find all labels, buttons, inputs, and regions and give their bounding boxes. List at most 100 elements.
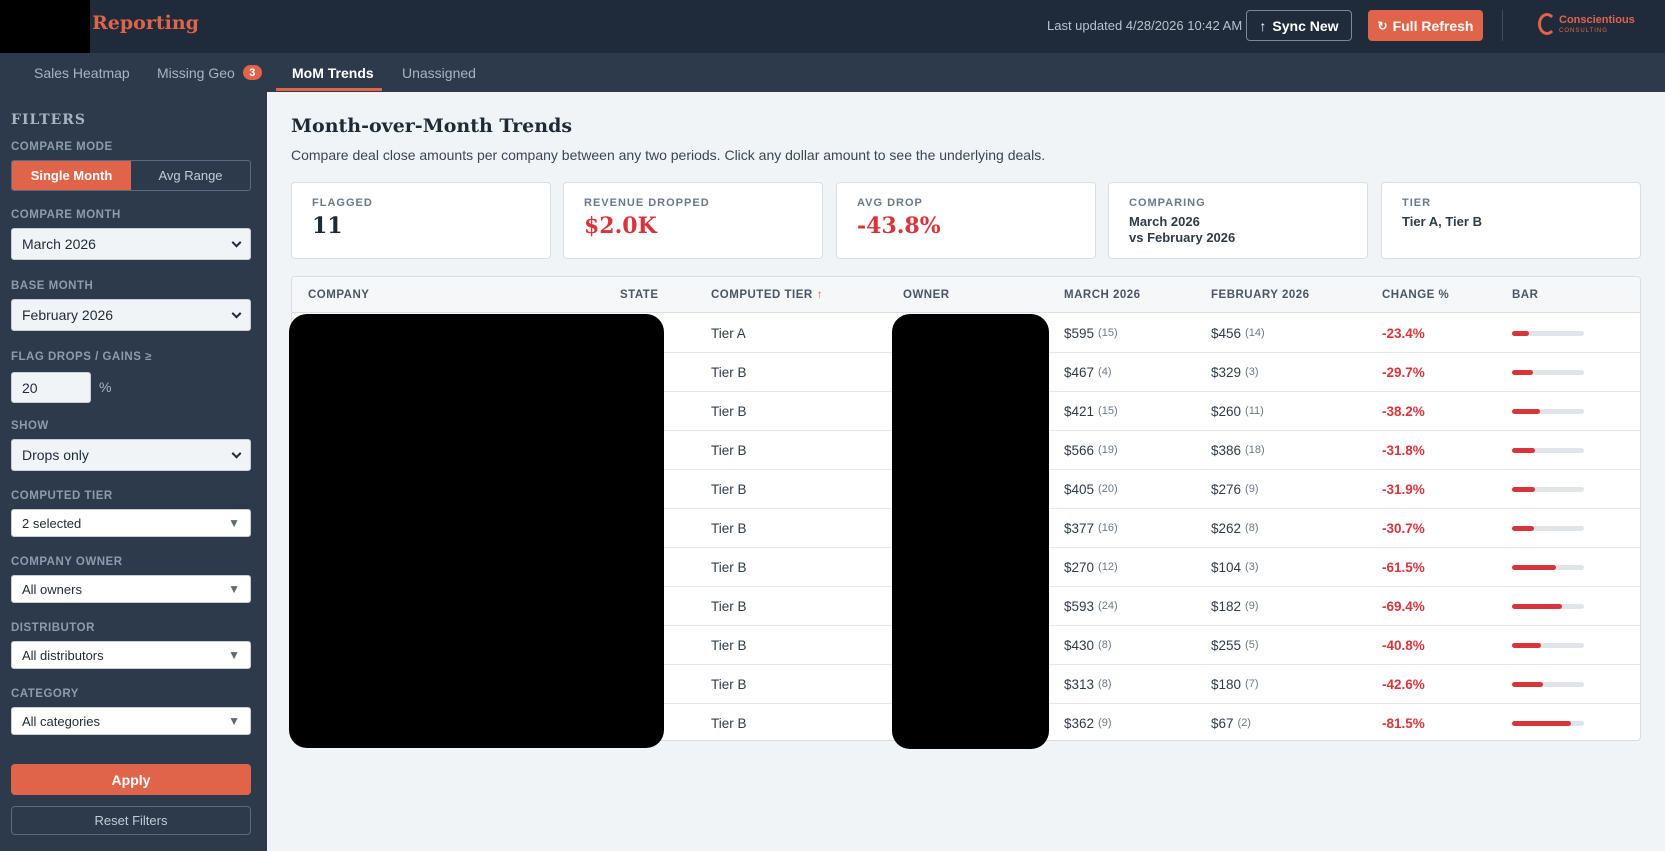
march-amount-link[interactable]: $467 [1064,365,1094,380]
february-amount-cell: $67 (2) [1211,704,1251,740]
march-amount-link[interactable]: $595 [1064,326,1094,341]
col-change-pct[interactable]: CHANGE % [1382,277,1449,313]
change-bar-fill [1512,526,1534,531]
february-deal-count: (9) [1245,600,1259,612]
col-company[interactable]: COMPANY [308,277,369,313]
tier-cell: Tier B [711,520,747,536]
header-divider [1502,10,1503,41]
march-amount-link[interactable]: $377 [1064,521,1094,536]
company-owner-multiselect[interactable]: All owners ▼ [11,575,251,603]
redacted-logo [0,0,90,53]
change-bar [1512,565,1584,570]
march-deal-count: (9) [1098,717,1112,729]
percent-unit: % [99,379,112,395]
company-logo: Conscientious CONSULTING [1538,13,1635,35]
apply-button[interactable]: Apply [11,764,251,795]
february-amount-cell: $329 (3) [1211,353,1259,391]
march-deal-count: (20) [1098,483,1118,495]
february-deal-count: (9) [1245,483,1259,495]
change-pct-cell: -69.4% [1382,598,1425,614]
filters-sidebar: FILTERS COMPARE MODE Single Month Avg Ra… [0,92,267,851]
change-bar [1512,370,1584,375]
comparing-value: March 2026 vs February 2026 [1129,214,1236,245]
february-amount-link[interactable]: $180 [1211,677,1241,692]
distributor-multiselect[interactable]: All distributors ▼ [11,641,251,669]
march-amount-cell: $421 (15) [1064,392,1118,430]
february-amount-link[interactable]: $182 [1211,599,1241,614]
march-amount-link[interactable]: $270 [1064,560,1094,575]
flag-threshold-input[interactable]: 20 [11,372,91,403]
march-amount-cell: $405 (20) [1064,470,1118,508]
tier-cell: Tier B [711,364,747,380]
last-updated-text: Last updated 4/28/2026 10:42 AM [1047,18,1243,33]
col-owner[interactable]: OWNER [903,277,950,313]
dropdown-triangle-icon: ▼ [228,582,240,596]
february-deal-count: (2) [1237,717,1251,729]
february-amount-link[interactable]: $104 [1211,560,1241,575]
march-deal-count: (19) [1098,444,1118,456]
col-february-2026[interactable]: FEBRUARY 2026 [1211,277,1310,313]
chevron-down-icon [231,308,242,319]
tab-mom-trends[interactable]: MoM Trends [292,53,374,92]
change-pct-cell: -31.8% [1382,442,1425,458]
march-amount-link[interactable]: $593 [1064,599,1094,614]
february-amount-link[interactable]: $386 [1211,443,1241,458]
tier-card: TIER Tier A, Tier B [1381,182,1641,259]
col-march-2026[interactable]: MARCH 2026 [1064,277,1141,313]
change-pct-cell: -81.5% [1382,715,1425,731]
page-title: Month-over-Month Trends [291,115,573,137]
change-bar-fill [1512,448,1535,453]
february-amount-link[interactable]: $255 [1211,638,1241,653]
tab-missing-geo[interactable]: Missing Geo 3 [157,53,262,92]
march-amount-link[interactable]: $405 [1064,482,1094,497]
march-amount-link[interactable]: $421 [1064,404,1094,419]
february-deal-count: (3) [1245,366,1259,378]
sync-new-button[interactable]: ↑ Sync New [1246,10,1352,41]
tier-cell: Tier B [711,637,747,653]
show-select[interactable]: Drops only [11,439,251,471]
base-month-select[interactable]: February 2026 [11,299,251,331]
march-amount-link[interactable]: $313 [1064,677,1094,692]
february-deal-count: (11) [1245,405,1264,417]
computed-tier-multiselect[interactable]: 2 selected ▼ [11,509,251,537]
reset-filters-button[interactable]: Reset Filters [11,806,251,835]
tab-sales-heatmap[interactable]: Sales Heatmap [34,53,130,92]
change-bar [1512,643,1584,648]
tab-unassigned[interactable]: Unassigned [402,53,476,92]
redacted-company-column [289,314,664,748]
avg-drop-card: AVG DROP -43.8% [836,182,1096,259]
tier-value: Tier A, Tier B [1402,214,1482,229]
change-bar [1512,721,1584,726]
february-deal-count: (7) [1245,678,1259,690]
col-computed-tier[interactable]: COMPUTED TIER ↑ [711,277,823,313]
march-amount-cell: $270 (12) [1064,548,1118,586]
computed-tier-label: COMPUTED TIER [11,490,113,502]
tab-bar: Sales Heatmap Missing Geo 3 MoM Trends U… [0,53,1665,92]
march-amount-link[interactable]: $430 [1064,638,1094,653]
category-label: CATEGORY [11,688,79,700]
february-amount-cell: $262 (8) [1211,509,1259,547]
compare-month-select[interactable]: March 2026 [11,228,251,260]
february-amount-link[interactable]: $262 [1211,521,1241,536]
change-pct-cell: -30.7% [1382,520,1425,536]
february-amount-link[interactable]: $276 [1211,482,1241,497]
february-amount-link[interactable]: $260 [1211,404,1241,419]
february-amount-link[interactable]: $67 [1211,716,1234,731]
march-amount-cell: $377 (16) [1064,509,1118,547]
distributor-label: DISTRIBUTOR [11,622,95,634]
full-refresh-button[interactable]: ↻ Full Refresh [1368,10,1483,41]
february-deal-count: (18) [1245,444,1265,456]
avg-range-option[interactable]: Avg Range [131,161,250,190]
compare-mode-label: COMPARE MODE [11,141,113,153]
col-state[interactable]: STATE [620,277,659,313]
march-amount-link[interactable]: $566 [1064,443,1094,458]
march-amount-link[interactable]: $362 [1064,716,1094,731]
march-amount-cell: $362 (9) [1064,704,1112,740]
change-bar-fill [1512,682,1543,687]
february-amount-link[interactable]: $456 [1211,326,1241,341]
change-bar [1512,409,1584,414]
single-month-option[interactable]: Single Month [12,161,131,190]
february-amount-cell: $386 (18) [1211,431,1265,469]
february-amount-link[interactable]: $329 [1211,365,1241,380]
category-multiselect[interactable]: All categories ▼ [11,707,251,735]
